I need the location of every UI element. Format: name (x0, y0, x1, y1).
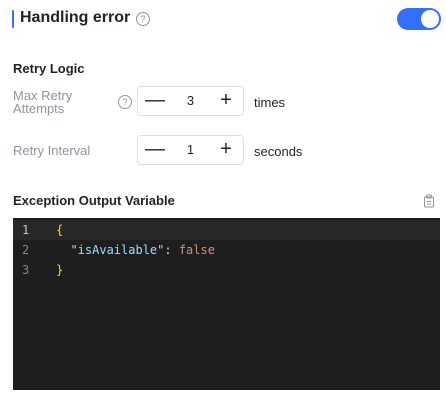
increment-button[interactable]: + (211, 136, 241, 164)
seconds-unit: seconds (254, 144, 303, 159)
line-number: 3 (22, 263, 30, 277)
accent-bar (12, 10, 14, 28)
section-header: Handling error ? (12, 8, 441, 30)
section-title: Handling error (20, 9, 131, 26)
close-brace: } (56, 263, 64, 277)
decrement-button[interactable]: — (140, 87, 170, 115)
question-circle-icon[interactable]: ? (118, 95, 132, 109)
code-line: } (56, 260, 215, 280)
max-retry-stepper[interactable]: — 3 + (137, 86, 244, 116)
toggle-knob (421, 10, 439, 28)
code-editor[interactable]: 1 2 3 { "isAvailable": false } (13, 218, 440, 390)
max-retry-value[interactable]: 3 (172, 87, 209, 115)
json-colon: : (164, 243, 179, 257)
retry-interval-stepper[interactable]: — 1 + (137, 135, 244, 165)
exception-output-title: Exception Output Variable (13, 193, 175, 208)
copy-icon[interactable] (422, 194, 436, 208)
line-number-gutter: 1 2 3 (13, 220, 43, 280)
times-unit: times (254, 95, 286, 110)
decrement-button[interactable]: — (140, 136, 170, 164)
code-line: "isAvailable": false (56, 240, 215, 260)
json-value: false (178, 243, 215, 257)
retry-interval-value[interactable]: 1 (172, 136, 209, 164)
max-retry-label: Max Retry Attempts (13, 88, 73, 116)
retry-logic-title: Retry Logic (13, 61, 85, 76)
increment-button[interactable]: + (211, 87, 241, 115)
error-handling-toggle[interactable] (397, 8, 441, 30)
retry-interval-label: Retry Interval (13, 143, 91, 158)
open-brace: { (56, 223, 64, 237)
line-number: 2 (22, 243, 30, 257)
line-number: 1 (22, 223, 30, 237)
code-content[interactable]: { "isAvailable": false } (56, 220, 215, 280)
code-line: { (56, 220, 215, 240)
json-key: "isAvailable" (70, 243, 165, 257)
question-circle-icon[interactable]: ? (136, 12, 150, 26)
